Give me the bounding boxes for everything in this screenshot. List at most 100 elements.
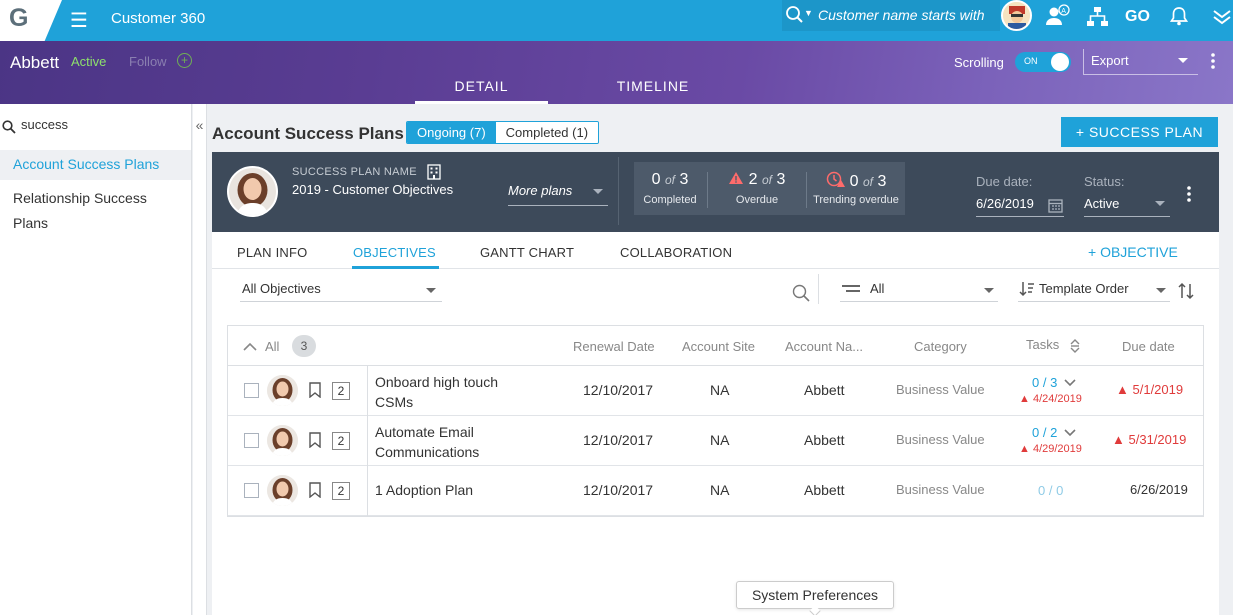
row-checkbox[interactable]	[244, 383, 259, 398]
col-tasks[interactable]: Tasks	[1026, 337, 1059, 352]
more-plans-dropdown[interactable]: More plans	[508, 175, 608, 206]
tab-collaboration[interactable]: COLLABORATION	[620, 245, 732, 260]
bell-icon[interactable]	[1170, 6, 1188, 26]
chevron-down-icon[interactable]	[1064, 429, 1076, 437]
add-success-plan-button[interactable]: + SUCCESS PLAN	[1061, 117, 1218, 147]
top-bar: G ☰ Customer 360 ▼ Customer name starts …	[0, 0, 1233, 41]
tab-plan-info[interactable]: PLAN INFO	[237, 245, 307, 260]
sort-direction-icon[interactable]	[1178, 282, 1194, 300]
renewal-date: 12/10/2017	[583, 432, 654, 448]
toggle-state-label: ON	[1024, 56, 1038, 66]
row-checkbox[interactable]	[244, 433, 259, 448]
add-objective-button[interactable]: + OBJECTIVE	[1088, 244, 1178, 260]
stat-overdue-label: Overdue	[735, 194, 779, 206]
col-account-name[interactable]: Account Na...	[785, 339, 863, 354]
ongoing-segment[interactable]: Ongoing (7)	[407, 122, 496, 143]
stat-of: of	[862, 175, 873, 189]
objective-name-line2: Communications	[375, 444, 480, 460]
stat-completed-label: Completed	[643, 194, 697, 206]
hierarchy-icon[interactable]	[1086, 6, 1110, 28]
tab-objectives[interactable]: OBJECTIVES	[353, 245, 436, 260]
sidebar-search-input[interactable]	[21, 117, 186, 132]
sort-order-icon	[1019, 282, 1034, 297]
tasks-progress[interactable]: 0 / 2	[1032, 425, 1057, 440]
stat-trending-overdue: 0 of 3 Trending overdue	[807, 162, 905, 215]
warning-icon	[728, 172, 743, 184]
calendar-icon[interactable]	[1048, 198, 1063, 213]
export-dropdown[interactable]: Export	[1083, 49, 1198, 75]
chevron-up-icon[interactable]	[243, 342, 257, 352]
sort-icon[interactable]	[1070, 339, 1080, 353]
warning-icon: ▲	[1112, 432, 1125, 447]
warning-icon: ▲	[1019, 443, 1030, 455]
menu-icon[interactable]: ☰	[70, 8, 88, 33]
objective-name-line1: Automate Email	[375, 424, 474, 440]
objective-count-badge: 2	[332, 482, 350, 500]
tab-timeline[interactable]: TIMELINE	[590, 78, 716, 94]
renewal-date: 12/10/2017	[583, 382, 654, 398]
grid-header: All 3 Renewal Date Account Site Account …	[228, 326, 1203, 366]
stat-completed-value: 0	[651, 171, 661, 188]
order-value: Template Order	[1039, 281, 1129, 296]
plan-status-segmented-control: Ongoing (7) Completed (1)	[406, 121, 600, 144]
account-header: Abbett Active Follow + Scrolling ON Expo…	[0, 41, 1233, 104]
chevron-down-icon	[1178, 58, 1188, 63]
search-scope-caret-icon[interactable]: ▼	[804, 8, 813, 18]
user-add-icon[interactable]: A	[1044, 4, 1072, 28]
plan-stats: 0 of 3 Completed 2 of 3 Overdue 0 of 3 T…	[634, 162, 905, 215]
task-due-date: 4/29/2019	[1032, 443, 1082, 455]
objectives-filter-dropdown[interactable]: All Objectives	[240, 275, 442, 302]
follow-label[interactable]: Follow	[129, 54, 167, 69]
objective-name[interactable]: Automate Email Communications	[375, 422, 479, 462]
building-icon[interactable]	[426, 164, 442, 180]
type-filter-dropdown[interactable]: All	[840, 275, 998, 302]
col-category[interactable]: Category	[914, 339, 967, 354]
due-date-label: Due date:	[976, 174, 1033, 189]
sidebar-item-account-success-plans[interactable]: Account Success Plans	[0, 150, 191, 180]
col-renewal-date[interactable]: Renewal Date	[573, 339, 655, 354]
completed-segment[interactable]: Completed (1)	[495, 122, 599, 143]
table-row[interactable]: 2 1 Adoption Plan 12/10/2017 NA Abbett B…	[228, 466, 1203, 516]
table-row[interactable]: 2 Onboard high touch CSMs 12/10/2017 NA A…	[228, 366, 1203, 416]
chevron-down-icon[interactable]	[1064, 379, 1076, 387]
search-icon[interactable]	[786, 5, 804, 25]
table-row[interactable]: 2 Automate Email Communications 12/10/201…	[228, 416, 1203, 466]
sidebar-item-relationship-success-plans[interactable]: Relationship Success Plans	[0, 186, 191, 236]
search-icon	[2, 120, 16, 134]
tasks-progress[interactable]: 0 / 3	[1032, 375, 1057, 390]
global-search-placeholder[interactable]: Customer name starts with	[818, 7, 985, 23]
divider	[367, 466, 368, 516]
status-dropdown[interactable]: Active	[1084, 196, 1170, 217]
kebab-menu-icon[interactable]	[1211, 53, 1215, 69]
col-due-date[interactable]: Due date	[1122, 339, 1175, 354]
scrolling-toggle[interactable]: ON	[1015, 52, 1071, 72]
chevrons-down-icon[interactable]	[1212, 8, 1232, 26]
go-icon[interactable]: GO	[1125, 8, 1150, 26]
kebab-menu-icon[interactable]	[1187, 186, 1191, 202]
more-plans-label: More plans	[508, 183, 573, 198]
stat-trending-value: 0	[849, 173, 859, 190]
user-avatar[interactable]	[1001, 0, 1032, 31]
follow-plus-icon[interactable]: +	[177, 53, 192, 68]
double-chevron-left-icon[interactable]: «	[193, 104, 207, 615]
order-dropdown[interactable]: Template Order	[1018, 275, 1170, 302]
objective-name[interactable]: Onboard high touch CSMs	[375, 372, 498, 412]
bookmark-icon[interactable]	[309, 432, 321, 448]
tab-gantt-chart[interactable]: GANTT CHART	[480, 245, 574, 260]
tasks-progress[interactable]: 0 / 0	[1038, 483, 1063, 498]
search-icon[interactable]	[792, 284, 810, 302]
col-account-site[interactable]: Account Site	[682, 339, 755, 354]
objective-name[interactable]: 1 Adoption Plan	[375, 482, 473, 498]
stat-total: 3	[877, 173, 887, 190]
bookmark-icon[interactable]	[309, 382, 321, 398]
plan-header: SUCCESS PLAN NAME 2019 - Customer Object…	[212, 152, 1219, 232]
bookmark-icon[interactable]	[309, 482, 321, 498]
tab-detail[interactable]: DETAIL	[415, 78, 548, 94]
account-name: Abbett	[804, 432, 845, 448]
tab-detail-underline	[415, 101, 548, 104]
row-checkbox[interactable]	[244, 483, 259, 498]
app-logo[interactable]: G	[0, 0, 62, 41]
task-due-date: 4/24/2019	[1032, 393, 1082, 405]
clock-warning-icon	[826, 171, 845, 187]
due-date-value: 5/1/2019	[1132, 382, 1184, 397]
